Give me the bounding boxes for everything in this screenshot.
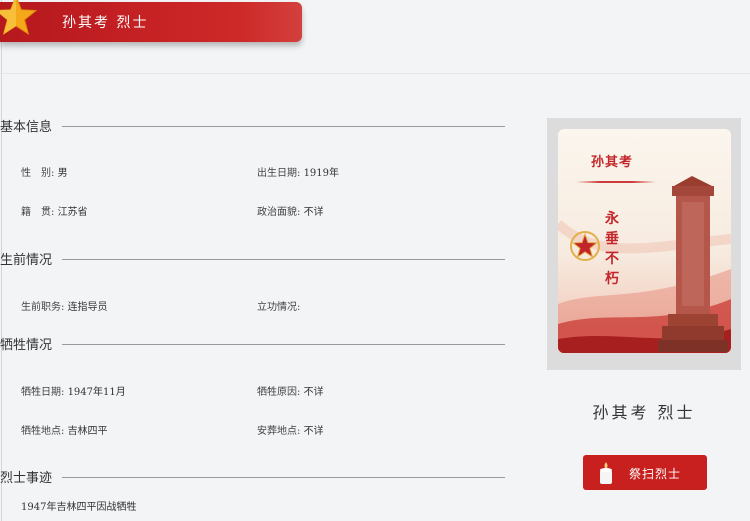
monument-illustration — [658, 176, 728, 352]
army-emblem-icon — [570, 231, 600, 261]
candle-icon — [600, 462, 612, 484]
section-life: 生前情况 — [0, 249, 505, 269]
section-title-basic: 基本信息 — [0, 120, 53, 135]
sacrifice-reason-value: 不详 — [303, 387, 324, 398]
native-place-value: 江苏省 — [57, 207, 88, 218]
section-deeds: 烈士事迹 — [0, 467, 505, 487]
field-gender: 性 别: 男 — [21, 164, 68, 179]
section-basic-info: 基本信息 — [0, 116, 505, 136]
star-icon — [0, 0, 38, 36]
portrait-frame: 孙其考 永垂不朽 — [547, 118, 741, 370]
field-birth-date: 出生日期: 1919年 — [257, 164, 339, 179]
section-sacrifice: 牺牲情况 — [0, 334, 505, 354]
position-value: 连指导员 — [67, 302, 108, 313]
martyr-name: 孙其考 烈士 — [592, 403, 696, 422]
section-divider — [62, 344, 505, 345]
section-title-sacrifice: 牺牲情况 — [0, 338, 53, 353]
deeds-text: 1947年吉林四平因战牺牲 — [21, 502, 137, 513]
field-position: 生前职务: 连指导员 — [21, 298, 108, 313]
field-sacrifice-place: 牺牲地点: 吉林四平 — [21, 422, 108, 437]
section-divider — [62, 126, 505, 127]
birth-date-label: 出生日期: — [257, 168, 301, 179]
tribute-button-label: 祭扫烈士 — [629, 467, 682, 481]
field-merit: 立功情况: — [257, 298, 300, 313]
sacrifice-date-label: 牺牲日期: — [21, 387, 65, 398]
portrait-name: 孙其考 — [591, 155, 634, 170]
position-label: 生前职务: — [21, 302, 65, 313]
title-banner: 孙其考 烈士 — [0, 2, 302, 42]
burial-place-value: 不详 — [303, 426, 324, 437]
burial-place-label: 安葬地点: — [257, 426, 301, 437]
field-sacrifice-reason: 牺牲原因: 不详 — [257, 383, 324, 398]
section-divider — [62, 259, 505, 260]
political-status-label: 政治面貌: — [257, 207, 301, 218]
field-burial-place: 安葬地点: 不详 — [257, 422, 324, 437]
native-place-label: 籍 贯: — [21, 207, 55, 218]
sacrifice-place-value: 吉林四平 — [67, 426, 108, 437]
field-native-place: 籍 贯: 江苏省 — [21, 203, 88, 218]
gender-value: 男 — [57, 168, 68, 179]
section-divider — [62, 477, 505, 478]
field-sacrifice-date: 牺牲日期: 1947年11月 — [21, 383, 126, 398]
merit-label: 立功情况: — [257, 302, 301, 313]
gender-label: 性 别: — [21, 168, 55, 179]
political-status-value: 不详 — [303, 207, 324, 218]
tribute-button[interactable]: 祭扫烈士 — [583, 455, 707, 490]
sacrifice-place-label: 牺牲地点: — [21, 426, 65, 437]
section-title-deeds: 烈士事迹 — [0, 471, 53, 486]
field-political-status: 政治面貌: 不详 — [257, 203, 324, 218]
page-title: 孙其考 烈士 — [62, 15, 149, 31]
header-divider — [0, 73, 750, 74]
sacrifice-date-value: 1947年11月 — [67, 387, 126, 398]
birth-date-value: 1919年 — [303, 168, 340, 179]
portrait-slogan: 永垂不朽 — [605, 211, 619, 287]
memorial-portrait: 孙其考 永垂不朽 — [558, 129, 731, 353]
sacrifice-reason-label: 牺牲原因: — [257, 387, 301, 398]
section-title-life: 生前情况 — [0, 253, 53, 268]
portrait-name-underline — [576, 181, 656, 183]
banner-shine — [242, 2, 302, 42]
